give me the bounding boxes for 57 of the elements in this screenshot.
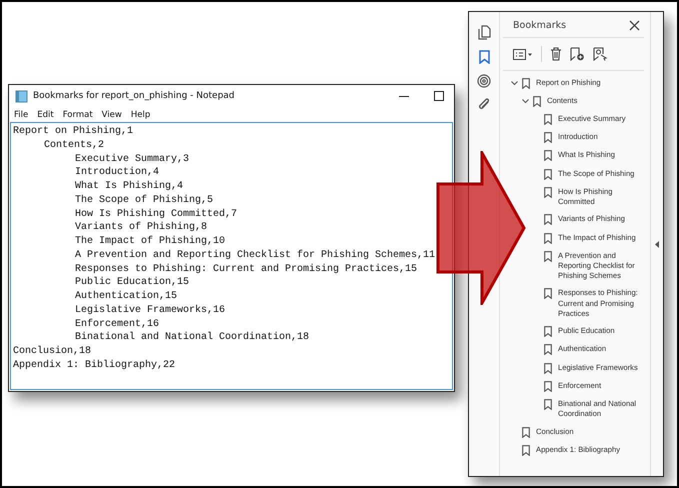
bookmark-icon xyxy=(544,132,552,144)
text-line: The Impact of Phishing,10 xyxy=(75,236,226,247)
text-line: How Is Phishing Committed,7 xyxy=(75,208,238,220)
text-line: Introduction,4 xyxy=(75,167,160,178)
panel-title: Bookmarks xyxy=(513,20,566,31)
bookmark-icon xyxy=(544,250,552,262)
bookmark-icon xyxy=(544,326,552,338)
bookmark-icon[interactable] xyxy=(478,50,490,64)
close-icon[interactable] xyxy=(629,20,640,31)
bookmark-icon xyxy=(522,426,530,438)
bookmark-icon xyxy=(544,399,552,410)
bookmark-icon xyxy=(544,168,552,180)
bookmark-icon xyxy=(544,150,552,162)
pages-icon[interactable] xyxy=(478,25,490,40)
text-line: Appendix 1: Bibliography,22 xyxy=(13,360,176,371)
text-line: Executive Summary,3 xyxy=(75,154,190,164)
text-line: Enforcement,16 xyxy=(75,318,160,330)
options-icon[interactable] xyxy=(513,48,533,60)
bookmark-icon xyxy=(544,288,552,300)
window-title: Bookmarks for report_on_phishing - Notepad xyxy=(33,91,236,101)
bookmark-icon xyxy=(544,114,552,125)
text-line: Variants of Phishing,8 xyxy=(75,222,208,234)
text-line: Contents,2 xyxy=(44,140,104,151)
bookmark-icon xyxy=(544,344,552,356)
bookmark-icon xyxy=(544,214,552,226)
menu-item[interactable]: Help xyxy=(130,110,150,120)
bookmark-icon xyxy=(544,380,552,392)
text-line: Responses to Phishing: Current and Promising Practices,15 xyxy=(75,264,418,274)
text-line: The Scope of Phishing,5 xyxy=(75,194,214,206)
find-bookmark-icon[interactable] xyxy=(593,47,607,61)
bookmark-icon xyxy=(533,96,541,107)
text-line: Binational and National Coordination,18 xyxy=(75,332,310,344)
maximize-icon[interactable] xyxy=(434,91,444,101)
menu-item[interactable]: View xyxy=(102,110,122,120)
text-line: Report on Phishing,1 xyxy=(13,126,134,137)
chevron-icon[interactable] xyxy=(522,98,529,104)
text-line: Conclusion,18 xyxy=(13,346,92,357)
text-line: Legislative Frameworks,16 xyxy=(75,304,226,316)
text-line: What Is Phishing,4 xyxy=(75,181,184,192)
menu-item[interactable]: File xyxy=(14,110,28,120)
delete-icon[interactable] xyxy=(550,47,562,61)
collapse-icon[interactable] xyxy=(655,240,659,248)
menu-item[interactable]: Edit xyxy=(37,110,54,120)
text-line: Public Education,15 xyxy=(75,277,190,288)
text-line: A Prevention and Reporting Checklist for Phishing Schemes,11 xyxy=(75,250,436,261)
chevron-icon[interactable] xyxy=(511,80,518,86)
bookmark-icon xyxy=(522,444,530,456)
text-line: Authentication,15 xyxy=(75,291,178,302)
layers-icon[interactable] xyxy=(477,74,491,88)
notepad-icon xyxy=(15,90,28,102)
bookmark-icon xyxy=(544,232,552,244)
new-bookmark-icon[interactable] xyxy=(570,47,585,61)
menu-item[interactable]: Format xyxy=(62,110,93,120)
bookmark-icon xyxy=(544,362,552,374)
paperclip-icon[interactable] xyxy=(478,97,490,112)
bookmark-icon xyxy=(544,186,552,198)
bookmark-icon xyxy=(522,78,530,89)
